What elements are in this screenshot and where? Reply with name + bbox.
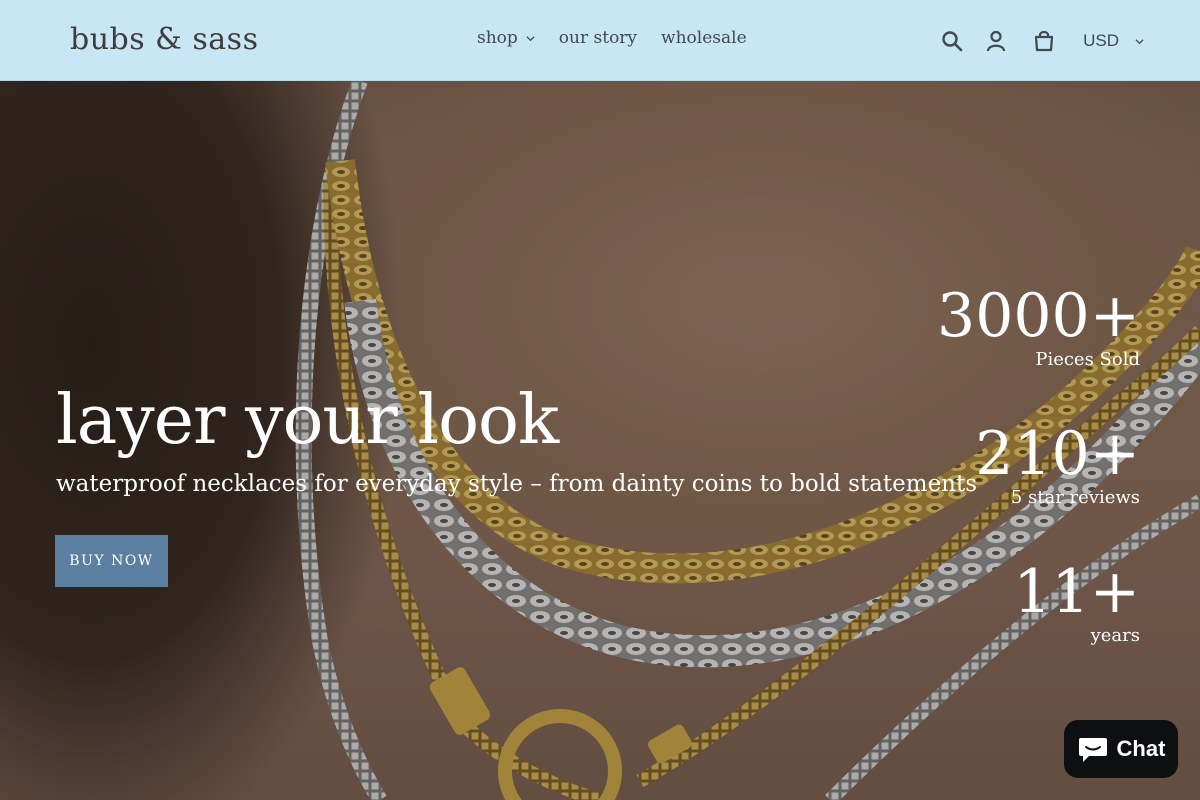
site-logo[interactable]: bubs & sass [70, 22, 258, 57]
chat-button[interactable]: Chat [1064, 720, 1178, 778]
stat-years: 11+ years [937, 557, 1140, 647]
search-icon [942, 31, 963, 52]
currency-value: USD [1083, 31, 1119, 50]
stat-value: 3000+ [937, 281, 1140, 351]
nav-item-wholesale[interactable]: wholesale [661, 28, 747, 48]
hero-title: layer your look [56, 381, 559, 460]
chat-label: Chat [1116, 736, 1166, 761]
buy-now-button[interactable]: BUY NOW [55, 535, 168, 587]
chevron-down-icon [1135, 38, 1144, 44]
stat-label: years [1090, 625, 1140, 646]
stat-label: 5 star reviews [1010, 487, 1140, 508]
main-nav: shop our story wholesale [477, 28, 747, 48]
cart-button[interactable] [1027, 24, 1061, 58]
chat-bubble-icon [1078, 738, 1107, 762]
search-button[interactable] [935, 24, 969, 58]
hero-subtitle: waterproof necklaces for everyday style … [56, 471, 978, 497]
nav-item-shop[interactable]: shop [477, 28, 535, 48]
stat-label: Pieces Sold [1035, 349, 1140, 370]
currency-selector[interactable]: USD [1083, 31, 1144, 51]
cart-icon [1034, 30, 1054, 52]
account-icon [986, 30, 1006, 52]
site-header: bubs & sass shop our story wholesale USD [0, 0, 1200, 81]
nav-item-wholesale-label: wholesale [661, 28, 747, 48]
header-actions: USD [925, 24, 1144, 58]
stats-panel: 3000+ Pieces Sold 210+ 5 star reviews 11… [937, 281, 1140, 657]
nav-item-shop-label: shop [477, 28, 518, 48]
chevron-down-icon [526, 35, 535, 41]
hero-banner: layer your look waterproof necklaces for… [0, 81, 1200, 800]
nav-item-our-story[interactable]: our story [559, 28, 637, 48]
stat-reviews: 210+ 5 star reviews [937, 419, 1140, 509]
stat-pieces-sold: 3000+ Pieces Sold [937, 281, 1140, 371]
nav-item-our-story-label: our story [558, 28, 638, 48]
stat-value: 210+ [975, 419, 1140, 489]
stat-value: 11+ [1013, 557, 1140, 627]
account-button[interactable] [979, 24, 1013, 58]
